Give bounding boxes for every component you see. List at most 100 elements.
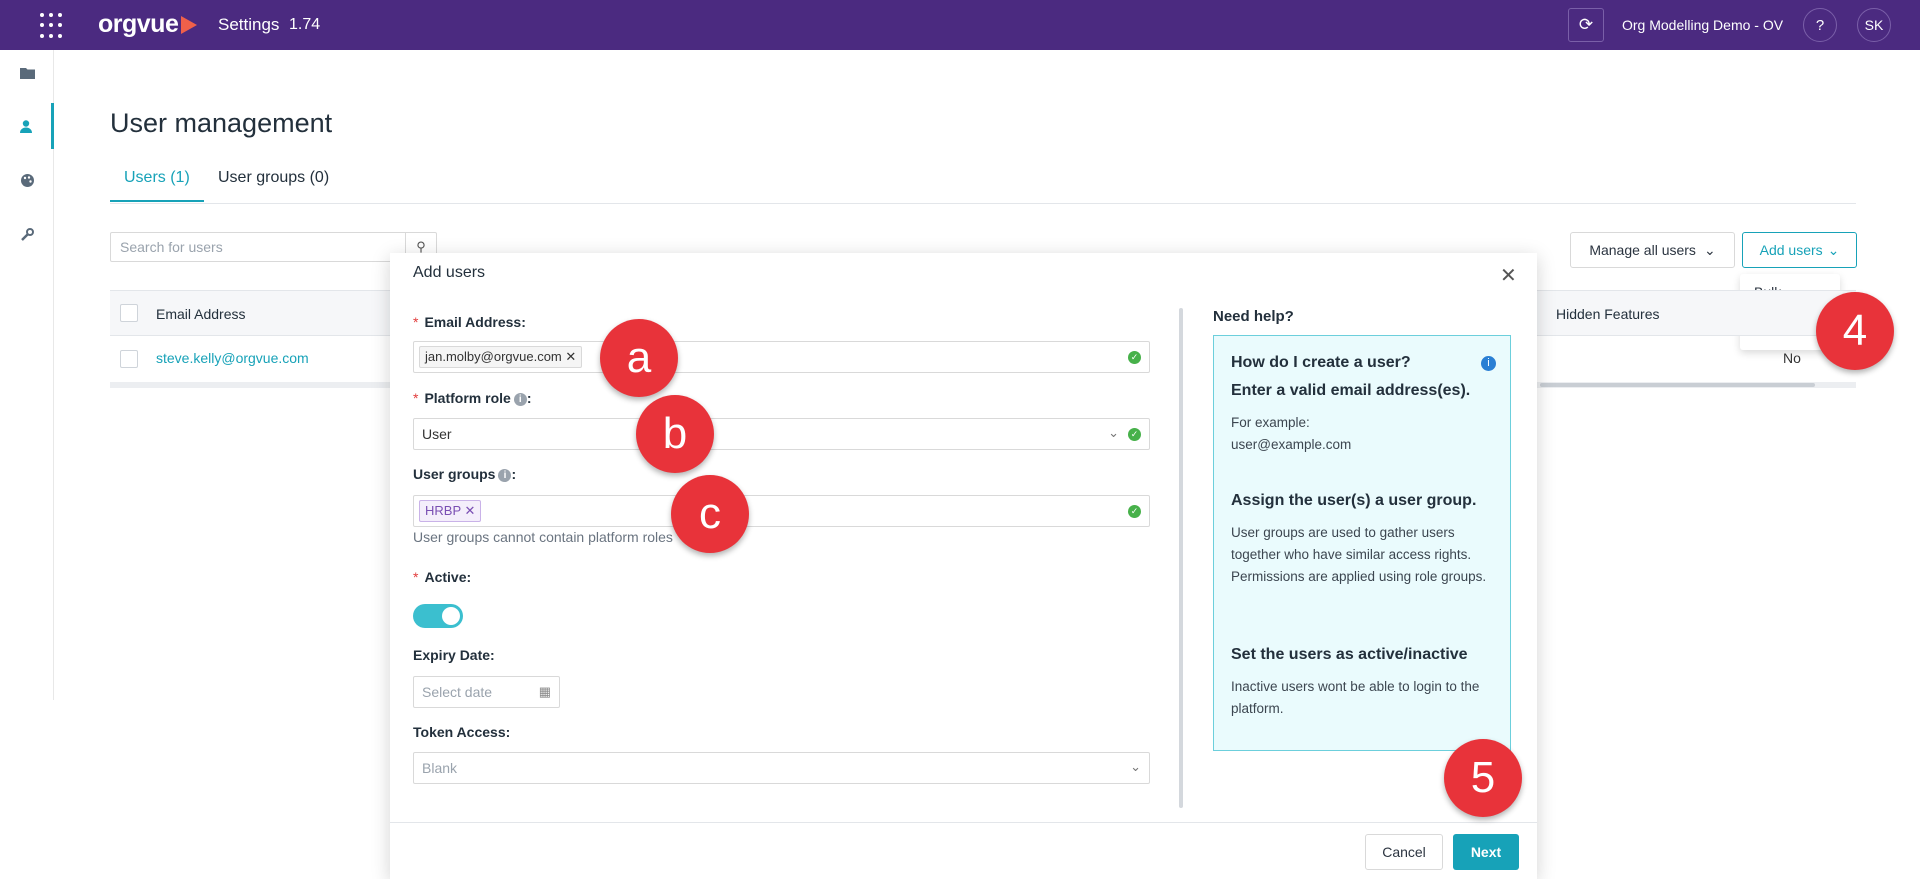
help-step-2-heading: Assign the user(s) a user group. (1231, 492, 1477, 509)
active-label: Active (424, 569, 467, 585)
annotation-marker-a: a (600, 319, 678, 397)
search-input[interactable] (111, 233, 401, 261)
email-field[interactable]: jan.molby@orgvue.com ✕ ✓ (413, 341, 1150, 373)
manage-all-users-button[interactable]: Manage all users ⌄ (1570, 232, 1735, 268)
role-label-row: * Platform role i: (413, 390, 532, 406)
panel-divider[interactable] (1179, 308, 1183, 808)
chevron-down-icon: ⌄ (1108, 425, 1119, 440)
help-step-1-example: user@example.com (1231, 437, 1352, 452)
help-title: Need help? (1213, 308, 1294, 325)
email-label-row: * Email Address: (413, 314, 526, 330)
select-all-checkbox[interactable] (120, 304, 138, 322)
palette-icon (20, 173, 34, 187)
help-step-2-text: User groups are used to gather users tog… (1231, 525, 1487, 584)
role-value: User (422, 426, 452, 442)
remove-tag-icon[interactable]: ✕ (465, 503, 476, 518)
cancel-button[interactable]: Cancel (1365, 834, 1443, 870)
cell-email[interactable]: steve.kelly@orgvue.com (156, 350, 309, 366)
refresh-button[interactable]: ⟳ (1568, 8, 1604, 42)
token-label-row: Token Access: (413, 724, 511, 740)
email-label: Email Address (424, 314, 522, 330)
left-navigation (0, 50, 54, 700)
workspace-name[interactable]: Org Modelling Demo - OV (1622, 17, 1783, 33)
chevron-down-icon: ⌄ (1827, 241, 1840, 258)
nav-item-files[interactable] (0, 50, 54, 96)
help-step-3-heading: Set the users as active/inactive (1231, 646, 1468, 663)
email-tag-label: jan.molby@orgvue.com (425, 349, 562, 364)
logo-mark-icon (181, 15, 198, 34)
help-question: How do I create a user? (1231, 354, 1411, 371)
token-label: Token Access (413, 724, 506, 740)
help-button[interactable]: ? (1803, 8, 1837, 42)
add-users-modal: Add users ✕ * Email Address: jan.molby@or… (390, 253, 1537, 879)
user-icon (19, 120, 32, 133)
top-bar: orgvue Settings 1.74 ⟳ Org Modelling Dem… (0, 0, 1920, 50)
next-button[interactable]: Next (1453, 834, 1519, 870)
user-search: ⚲ (110, 232, 437, 262)
tab-bar: Users (1) User groups (0) (110, 164, 1856, 204)
column-header-hidden-features[interactable]: Hidden Features (1556, 306, 1660, 322)
user-avatar[interactable]: SK (1857, 8, 1891, 42)
check-icon: ✓ (1128, 505, 1141, 518)
info-icon[interactable]: i (1481, 356, 1496, 371)
expiry-date-picker[interactable]: Select date ▦ (413, 676, 560, 708)
nav-item-tools[interactable] (0, 211, 54, 257)
wrench-icon (20, 227, 34, 241)
expiry-label-row: Expiry Date: (413, 647, 495, 663)
app-title: Settings (218, 15, 280, 34)
required-marker: * (413, 569, 419, 585)
expiry-label: Expiry Date (413, 647, 491, 663)
tab-user-groups[interactable]: User groups (0) (218, 169, 329, 200)
scrollbar-thumb[interactable] (1540, 383, 1815, 387)
token-access-select[interactable]: Blank ⌄ (413, 752, 1150, 784)
annotation-marker-c: c (671, 475, 749, 553)
cell-hidden-features: No (1783, 350, 1801, 366)
orgvue-logo[interactable]: orgvue (98, 10, 198, 39)
user-groups-field[interactable]: HRBP ✕ ✓ (413, 495, 1150, 527)
required-marker: * (413, 390, 419, 406)
active-label-row: * Active: (413, 569, 472, 585)
help-step-3-text: Inactive users wont be able to login to … (1231, 679, 1480, 716)
toggle-knob (442, 607, 460, 625)
calendar-icon[interactable]: ▦ (539, 684, 551, 700)
date-placeholder: Select date (422, 684, 493, 700)
footer-divider (390, 822, 1537, 823)
row-checkbox[interactable] (120, 350, 138, 368)
check-icon: ✓ (1128, 351, 1141, 364)
add-button-label: Add users (1759, 242, 1823, 258)
email-tag: jan.molby@orgvue.com ✕ (419, 346, 583, 368)
close-icon[interactable]: ✕ (1500, 263, 1517, 288)
groups-label-row: User groups i: (413, 466, 517, 482)
remove-tag-icon[interactable]: ✕ (565, 349, 576, 364)
help-step-1-heading: Enter a valid email address(es). (1231, 382, 1471, 399)
required-marker: * (413, 314, 419, 330)
logo-text: orgvue (98, 10, 179, 38)
info-icon[interactable]: i (513, 392, 527, 406)
groups-label: User groups (413, 466, 496, 482)
refresh-icon: ⟳ (1578, 15, 1594, 34)
annotation-marker-4: 4 (1816, 292, 1894, 370)
add-users-button[interactable]: Add users ⌄ (1742, 232, 1857, 268)
app-grid-icon[interactable] (40, 13, 66, 39)
active-toggle[interactable] (413, 604, 463, 628)
help-step-1-example-label: For example: (1231, 415, 1310, 430)
annotation-marker-b: b (636, 395, 714, 473)
chevron-down-icon: ⌄ (1703, 241, 1716, 258)
annotation-marker-5: 5 (1444, 739, 1522, 817)
tab-users[interactable]: Users (1) (110, 169, 204, 202)
page-title: User management (110, 108, 333, 138)
chevron-down-icon: ⌄ (1130, 759, 1141, 774)
manage-button-label: Manage all users (1589, 242, 1696, 258)
check-icon: ✓ (1128, 428, 1141, 441)
group-tag: HRBP ✕ (419, 500, 482, 522)
column-header-email[interactable]: Email Address (156, 306, 245, 322)
role-label: Platform role (424, 390, 511, 406)
platform-role-select[interactable]: User ⌄ ✓ (413, 418, 1150, 450)
groups-hint: User groups cannot contain platform role… (413, 529, 673, 545)
help-panel: How do I create a user? i Enter a valid … (1213, 335, 1511, 751)
info-icon[interactable]: i (498, 468, 512, 482)
token-value: Blank (422, 760, 458, 776)
nav-item-users[interactable] (0, 103, 54, 149)
nav-item-themes[interactable] (0, 157, 54, 203)
folder-icon (19, 68, 35, 79)
